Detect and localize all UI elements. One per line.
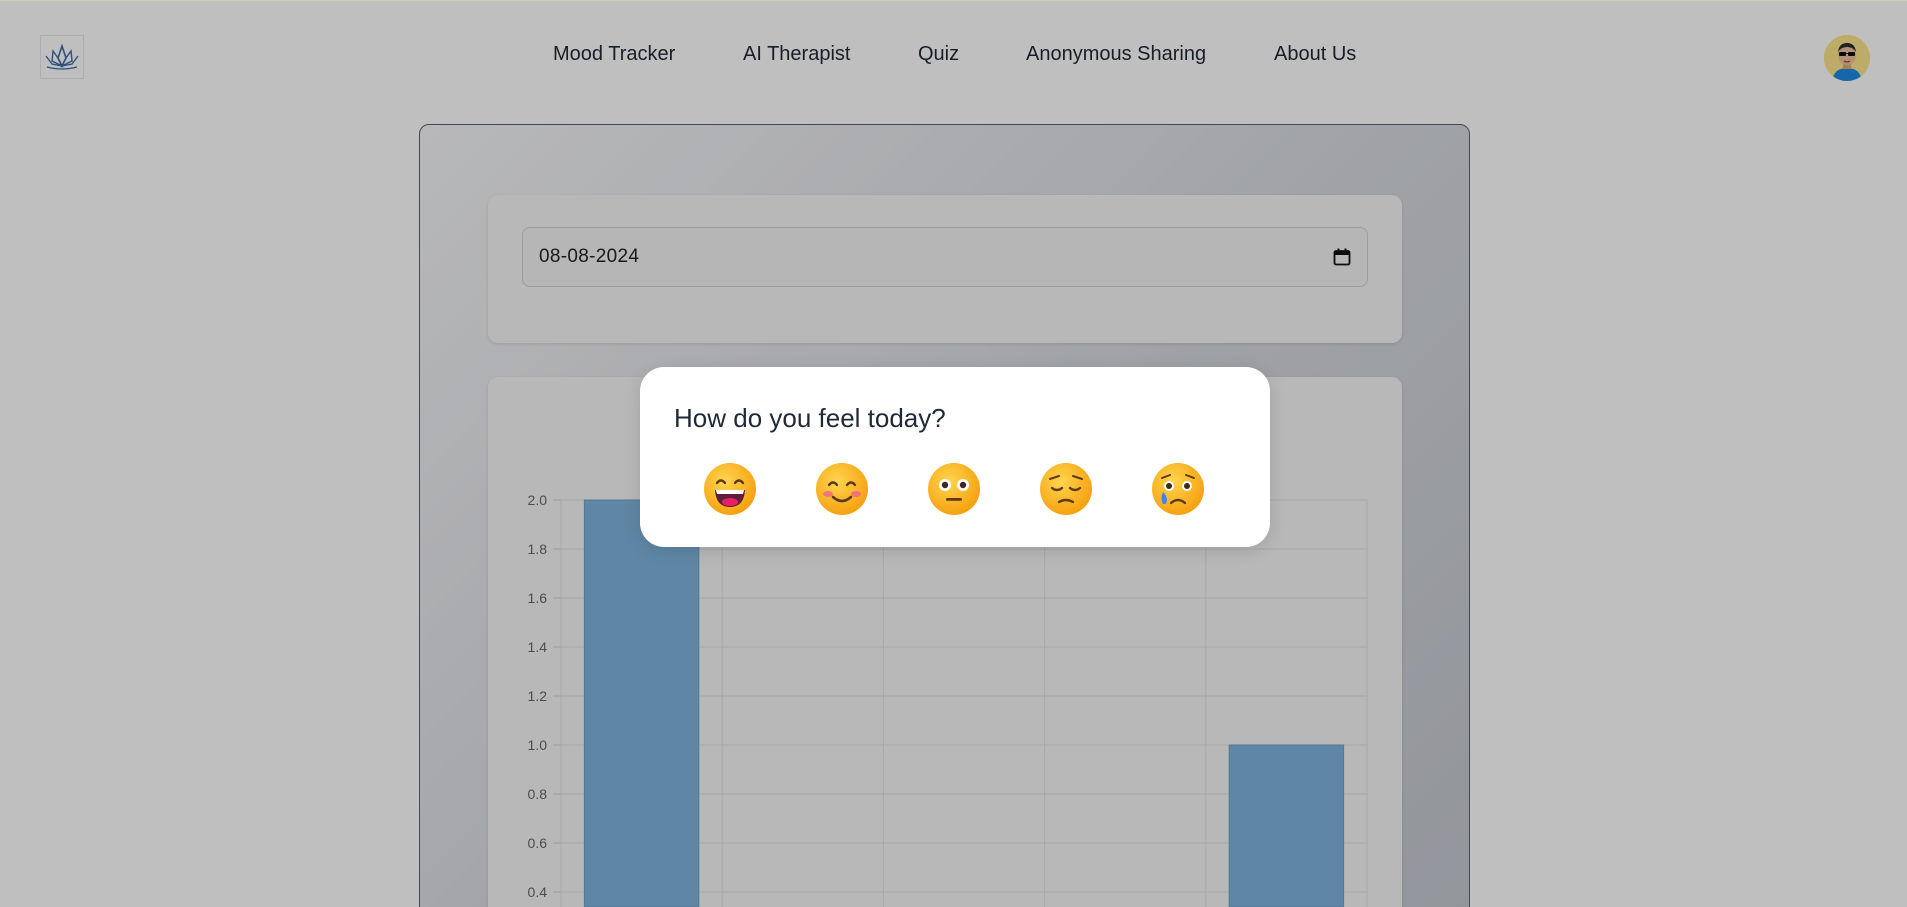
neutral-face-icon[interactable] [926, 461, 982, 517]
top-border [0, 0, 1907, 1]
modal-title: How do you feel today? [674, 403, 946, 433]
smiling-face-icon[interactable] [814, 461, 870, 517]
crying-face-icon[interactable] [1150, 461, 1206, 517]
grinning-face-icon[interactable] [702, 461, 758, 517]
pensive-face-icon[interactable] [1038, 461, 1094, 517]
mood-modal: How do you feel today? [640, 367, 1270, 547]
